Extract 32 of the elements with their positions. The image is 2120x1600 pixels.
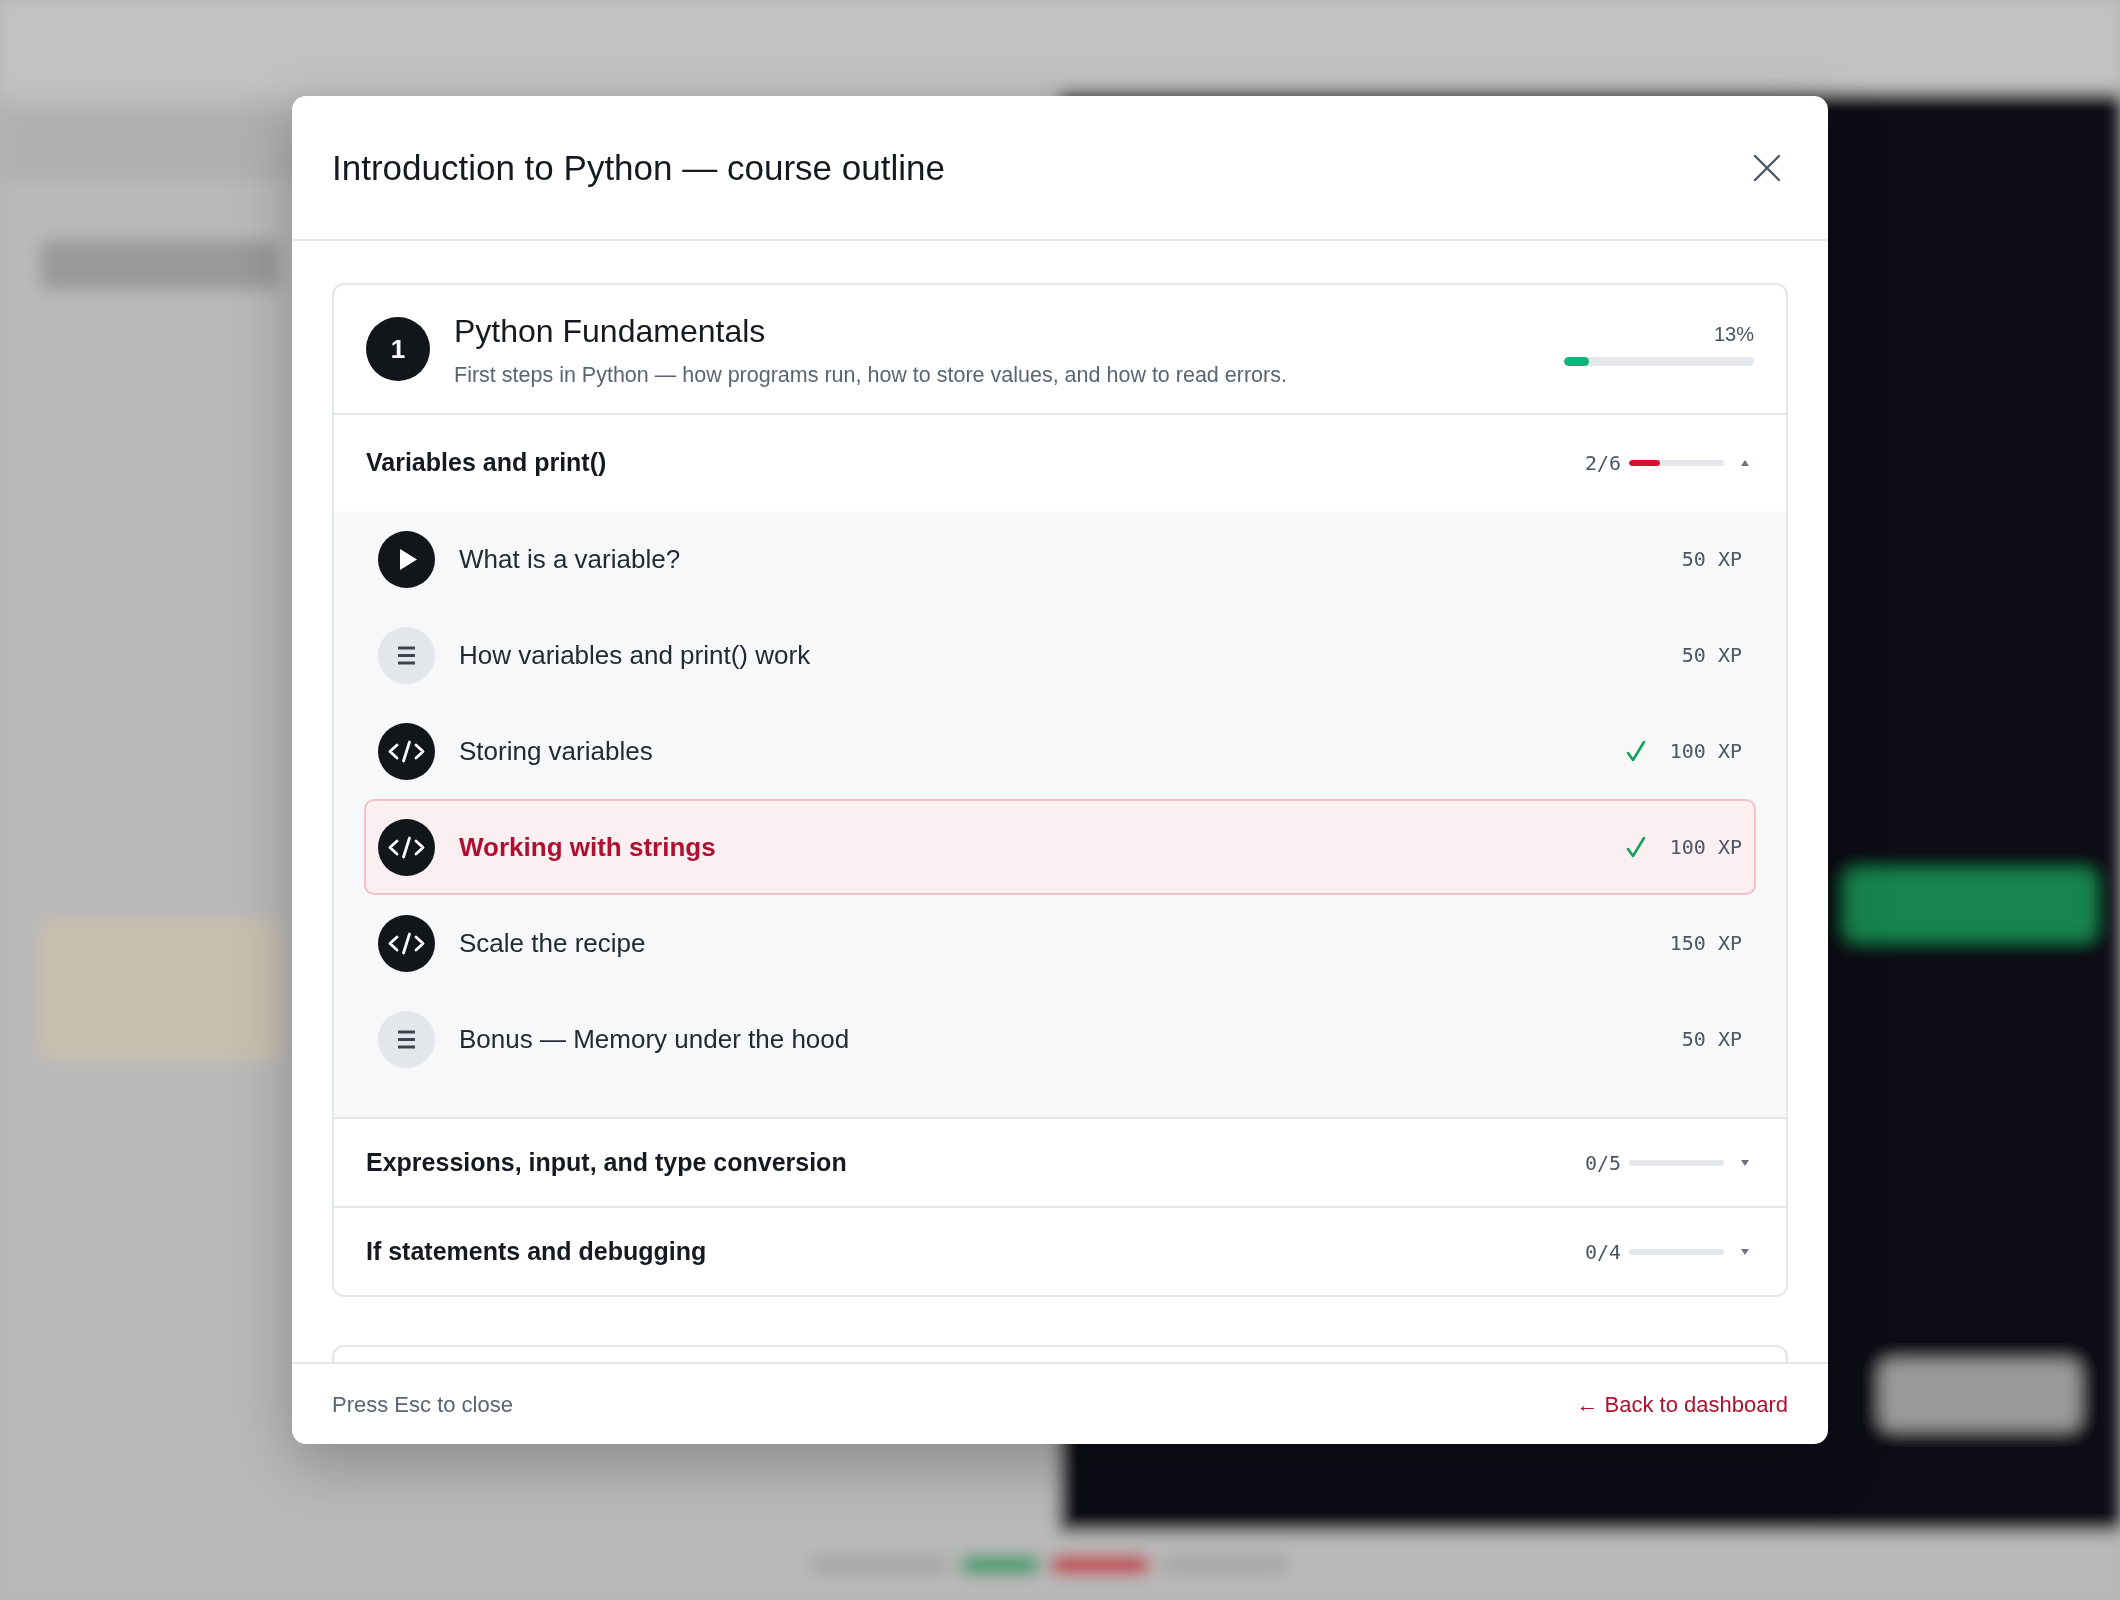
lesson-item[interactable]: Storing variables 100 XP bbox=[364, 703, 1756, 799]
section-count: 0/5 bbox=[1584, 1149, 1621, 1177]
section-count: 2/6 bbox=[1584, 450, 1621, 477]
progress-percent: 13% bbox=[1713, 321, 1754, 347]
code-icon bbox=[378, 914, 435, 972]
modal-title: Introduction to Python — course outline bbox=[332, 146, 945, 189]
xp-label: 100 XP bbox=[1669, 834, 1742, 861]
xp-label: 150 XP bbox=[1669, 930, 1742, 957]
section-title: If statements and debugging bbox=[366, 1235, 708, 1267]
code-icon bbox=[378, 818, 435, 876]
xp-label: 100 XP bbox=[1669, 738, 1742, 765]
section-count: 0/4 bbox=[1584, 1238, 1621, 1266]
play-icon bbox=[378, 530, 435, 588]
xp-label: 50 XP bbox=[1681, 546, 1742, 573]
lesson-item[interactable]: What is a variable? 50 XP bbox=[364, 511, 1756, 607]
lesson-item[interactable]: How variables and print() work 50 XP bbox=[364, 607, 1756, 703]
list-icon bbox=[378, 626, 435, 684]
list-icon bbox=[378, 1010, 435, 1068]
lesson-item[interactable]: Scale the recipe 150 XP bbox=[364, 895, 1756, 991]
xp-label: 50 XP bbox=[1681, 1026, 1742, 1053]
chapter-title: Python Fundamentals bbox=[454, 311, 767, 351]
footer-hint: Press Esc to close bbox=[332, 1390, 513, 1419]
back-link[interactable]: ← Back to dashboard bbox=[1576, 1387, 1788, 1421]
section-title: Variables and print() bbox=[366, 447, 608, 479]
lesson-item[interactable]: Working with strings 100 XP bbox=[364, 799, 1756, 895]
close-icon bbox=[1752, 152, 1782, 183]
code-icon bbox=[378, 722, 435, 780]
chapter-description: First steps in Python — how programs run, how to store values, and how to read errors. bbox=[454, 361, 1288, 389]
lesson-item[interactable]: Bonus — Memory under the hood 50 XP bbox=[364, 991, 1756, 1087]
section-title: Expressions, input, and type conversion bbox=[366, 1146, 848, 1178]
xp-label: 50 XP bbox=[1681, 642, 1742, 669]
chapter-number: 1 bbox=[366, 317, 430, 381]
